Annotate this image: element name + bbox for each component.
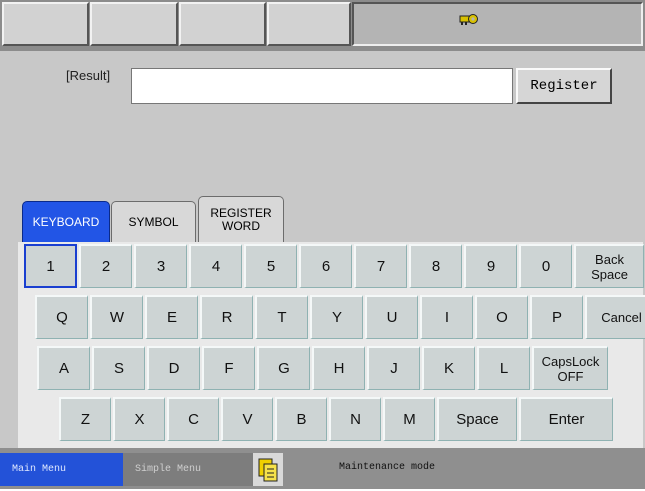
key-p[interactable]: P bbox=[530, 295, 583, 339]
key-5[interactable]: 5 bbox=[244, 244, 297, 288]
clipboard-icon bbox=[253, 453, 283, 486]
key-7[interactable]: 7 bbox=[354, 244, 407, 288]
key-r[interactable]: R bbox=[200, 295, 253, 339]
tab-register-word[interactable]: REGISTER WORD bbox=[198, 196, 284, 242]
key-v[interactable]: V bbox=[221, 397, 273, 441]
key-0[interactable]: 0 bbox=[519, 244, 572, 288]
main-menu-button[interactable]: Main Menu bbox=[0, 453, 123, 486]
register-button[interactable]: Register bbox=[516, 68, 612, 104]
key-3[interactable]: 3 bbox=[134, 244, 187, 288]
key-cancel[interactable]: Cancel bbox=[585, 295, 645, 339]
top-button-4[interactable] bbox=[267, 2, 351, 46]
key-l[interactable]: L bbox=[477, 346, 530, 390]
top-button-3[interactable] bbox=[179, 2, 266, 46]
key-i[interactable]: I bbox=[420, 295, 473, 339]
key-capslock-off[interactable]: CapsLock OFF bbox=[532, 346, 608, 390]
key-e[interactable]: E bbox=[145, 295, 198, 339]
key-k[interactable]: K bbox=[422, 346, 475, 390]
key-u[interactable]: U bbox=[365, 295, 418, 339]
status-bar: Main Menu Simple Menu Maintenance mode bbox=[0, 448, 645, 489]
key-s[interactable]: S bbox=[92, 346, 145, 390]
simple-menu-button[interactable]: Simple Menu bbox=[123, 453, 253, 486]
top-button-2[interactable] bbox=[90, 2, 178, 46]
result-label: [Result] bbox=[66, 68, 111, 83]
key-z[interactable]: Z bbox=[59, 397, 111, 441]
key-b[interactable]: B bbox=[275, 397, 327, 441]
key-a[interactable]: A bbox=[37, 346, 90, 390]
key-space[interactable]: Space bbox=[437, 397, 517, 441]
key-4[interactable]: 4 bbox=[189, 244, 242, 288]
result-input[interactable] bbox=[131, 68, 513, 104]
function-bar bbox=[0, 0, 645, 51]
key-y[interactable]: Y bbox=[310, 295, 363, 339]
status-area bbox=[352, 2, 643, 46]
key-h[interactable]: H bbox=[312, 346, 365, 390]
key-6[interactable]: 6 bbox=[299, 244, 352, 288]
key-enter[interactable]: Enter bbox=[519, 397, 613, 441]
key-8[interactable]: 8 bbox=[409, 244, 462, 288]
key-d[interactable]: D bbox=[147, 346, 200, 390]
key-n[interactable]: N bbox=[329, 397, 381, 441]
key-9[interactable]: 9 bbox=[464, 244, 517, 288]
tab-keyboard[interactable]: KEYBOARD bbox=[22, 201, 110, 242]
top-button-1[interactable] bbox=[2, 2, 89, 46]
on-screen-keyboard: 1 2 3 4 5 6 7 8 9 0 Back Space Q W E R T Y U I O P Cancel A S D F… bbox=[18, 242, 645, 448]
key-2[interactable]: 2 bbox=[79, 244, 132, 288]
key-f[interactable]: F bbox=[202, 346, 255, 390]
key-g[interactable]: G bbox=[257, 346, 310, 390]
key-t[interactable]: T bbox=[255, 295, 308, 339]
mode-status: Maintenance mode bbox=[339, 462, 436, 473]
key-q[interactable]: Q bbox=[35, 295, 88, 339]
pendant-screen: [Result] Register KEYBOARD SYMBOL REGIST… bbox=[0, 0, 645, 489]
key-c[interactable]: C bbox=[167, 397, 219, 441]
key-w[interactable]: W bbox=[90, 295, 143, 339]
key-m[interactable]: M bbox=[383, 397, 435, 441]
key-j[interactable]: J bbox=[367, 346, 420, 390]
tab-symbol[interactable]: SYMBOL bbox=[111, 201, 196, 242]
key-x[interactable]: X bbox=[113, 397, 165, 441]
key-icon bbox=[459, 14, 478, 25]
key-o[interactable]: O bbox=[475, 295, 528, 339]
key-back-space[interactable]: Back Space bbox=[574, 244, 644, 288]
key-1[interactable]: 1 bbox=[24, 244, 77, 288]
